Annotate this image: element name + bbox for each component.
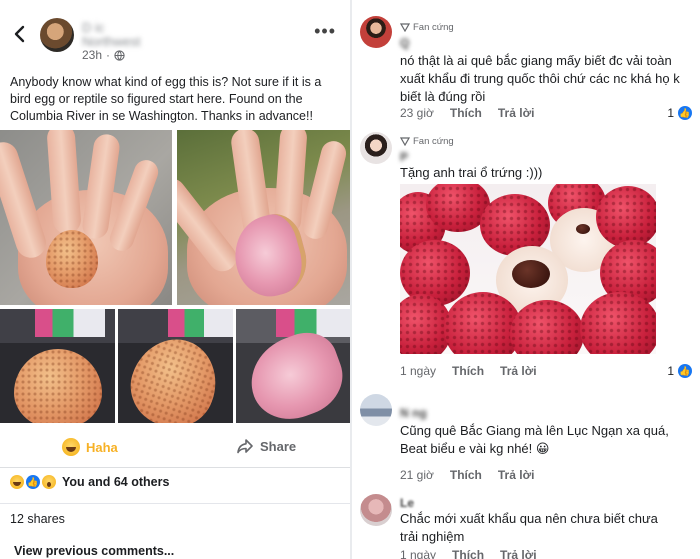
- share-arrow-icon: [237, 439, 253, 454]
- post-photo-2[interactable]: [177, 130, 350, 305]
- comment-meta: 1 ngày Thích Trả lời: [400, 548, 537, 559]
- share-label: Share: [260, 438, 297, 454]
- divider: [0, 503, 350, 504]
- wow-emoji-icon: [42, 475, 56, 489]
- post-header: D ic Northwest 23h · •••: [0, 0, 350, 66]
- reaction-summary[interactable]: 👍 You and 64 others: [10, 475, 169, 489]
- more-dots-icon[interactable]: •••: [314, 22, 336, 40]
- comments-panel: Fan cứng Q nó thật là ai quê bắc giang m…: [352, 0, 700, 559]
- post-text: Anybody know what kind of egg this is? N…: [10, 75, 322, 123]
- commenter-name[interactable]: Le: [400, 496, 414, 510]
- post-photo-4[interactable]: [118, 309, 233, 423]
- haha-button[interactable]: Haha: [62, 438, 118, 456]
- post-panel: D ic Northwest 23h · ••• Anybody know wh…: [0, 0, 350, 559]
- haha-label: Haha: [86, 439, 118, 455]
- shares-count[interactable]: 12 shares: [10, 512, 65, 526]
- post-action-bar: Haha Share: [0, 428, 350, 468]
- author-name[interactable]: D ic: [82, 20, 104, 35]
- comment-item: Le Chắc mới xuất khẩu qua nên chưa biết …: [352, 0, 700, 559]
- lychee-image: [46, 230, 98, 288]
- reactions-text: You and 64 others: [62, 475, 170, 489]
- globe-icon: [114, 49, 125, 61]
- haha-emoji-icon: [10, 475, 24, 489]
- comment-text: Chắc mới xuất khẩu qua nên chưa biết chư…: [400, 511, 658, 544]
- author-name-line2[interactable]: Northwest: [82, 34, 141, 49]
- post-photo-3[interactable]: [0, 309, 115, 423]
- post-time: 23h ·: [82, 48, 125, 62]
- comment-time: 1 ngày: [400, 548, 437, 559]
- back-arrow-icon[interactable]: [10, 24, 30, 44]
- reply-link[interactable]: Trả lời: [500, 548, 537, 559]
- like-icon: 👍: [26, 475, 40, 489]
- haha-emoji-icon: [62, 438, 80, 456]
- share-button[interactable]: Share: [236, 438, 296, 454]
- post-time-text: 23h: [82, 48, 103, 62]
- like-link[interactable]: Thích: [452, 548, 484, 559]
- post-photo-5[interactable]: [236, 309, 350, 423]
- view-previous-comments-link[interactable]: View previous comments...: [14, 544, 174, 558]
- author-avatar[interactable]: [40, 18, 74, 52]
- commenter-avatar[interactable]: [360, 494, 392, 526]
- post-photo-1[interactable]: [0, 130, 172, 305]
